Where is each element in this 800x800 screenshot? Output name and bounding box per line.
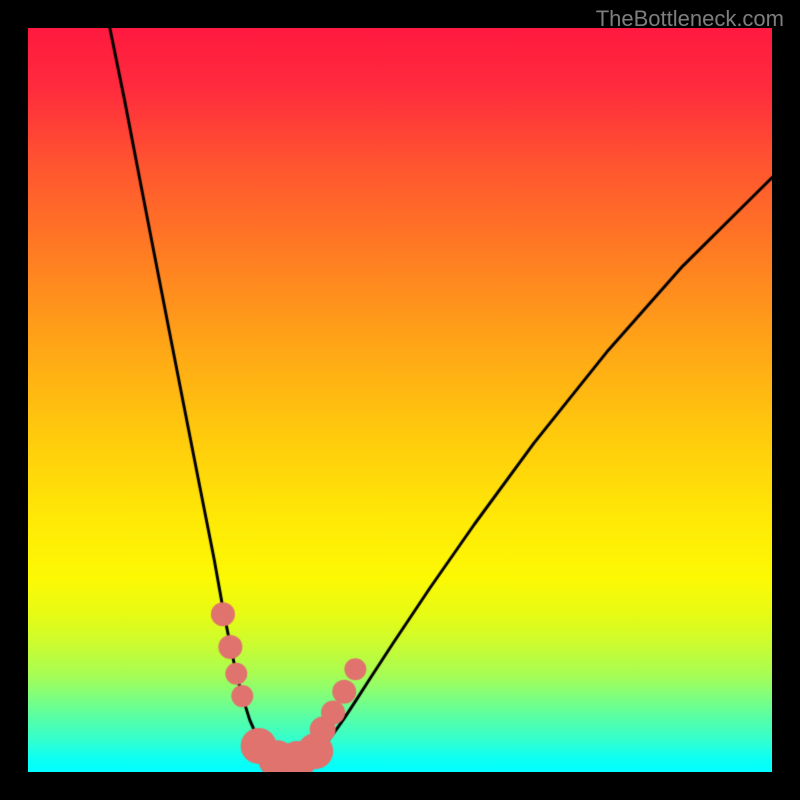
watermark-text: TheBottleneck.com bbox=[596, 6, 784, 32]
bottleneck-curve-canvas bbox=[28, 28, 772, 772]
chart-container: TheBottleneck.com bbox=[0, 0, 800, 800]
plot-area bbox=[28, 28, 772, 772]
